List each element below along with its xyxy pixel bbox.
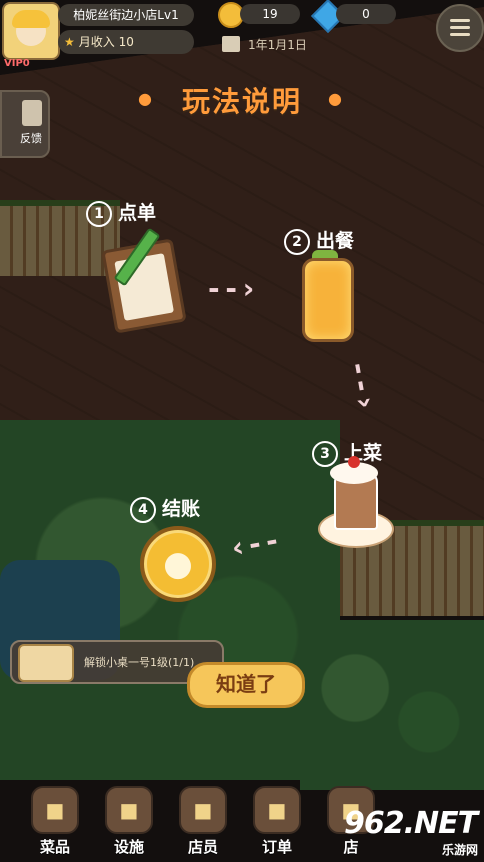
tab-dishes[interactable]: ■ 菜品 bbox=[20, 780, 90, 862]
menu-button[interactable] bbox=[436, 4, 484, 52]
step-number: 3 bbox=[312, 440, 338, 467]
lock-icon: ■ bbox=[253, 786, 301, 834]
paw-icon: ● bbox=[163, 544, 193, 584]
step-number: 1 bbox=[86, 200, 112, 227]
step-label: 点单 bbox=[118, 202, 157, 224]
dialog-title: 玩法说明 bbox=[181, 85, 302, 118]
calendar-icon bbox=[222, 36, 240, 52]
watermark-sub: 乐游网 bbox=[441, 843, 478, 857]
pay-coin-icon: ● bbox=[140, 526, 216, 602]
step-number: 4 bbox=[130, 496, 156, 523]
scroll-icon bbox=[18, 644, 74, 682]
watermark: 962.NET 乐游网 bbox=[344, 806, 484, 862]
avatar-hair bbox=[12, 10, 50, 28]
star-icon: ★ bbox=[64, 35, 75, 49]
step-label: 出餐 bbox=[316, 230, 355, 252]
step-label: 结账 bbox=[162, 498, 201, 520]
tab-label: 菜品 bbox=[39, 838, 70, 856]
feedback-label: 反馈 bbox=[20, 132, 42, 145]
lock-icon: ■ bbox=[105, 786, 153, 834]
gem-count: 0 bbox=[336, 4, 396, 24]
paw-icon: ● bbox=[328, 89, 342, 108]
ok-button[interactable]: 知道了 bbox=[187, 662, 305, 708]
lock-icon: ■ bbox=[31, 786, 79, 834]
step-1: 1 点单 bbox=[86, 198, 156, 227]
cherry-icon bbox=[348, 456, 360, 468]
drink-dispenser-icon bbox=[302, 258, 354, 342]
tab-facilities[interactable]: ■ 设施 bbox=[94, 780, 164, 862]
watermark-main: 962.NET bbox=[344, 806, 478, 841]
tab-label: 店员 bbox=[187, 838, 218, 856]
date-label: 1年1月1日 bbox=[248, 38, 307, 52]
income-bar: ★ 月收入 10 bbox=[58, 30, 194, 54]
tab-orders[interactable]: ■ 订单 bbox=[242, 780, 312, 862]
step-number: 2 bbox=[284, 228, 310, 255]
menu-icon-line bbox=[450, 19, 470, 22]
lock-icon: ■ bbox=[179, 786, 227, 834]
arrow-right-icon: - - › bbox=[208, 272, 254, 305]
tab-label: 设施 bbox=[113, 838, 144, 856]
menu-icon-line bbox=[450, 33, 470, 36]
tab-label: 订单 bbox=[261, 838, 292, 856]
coin-count: 19 bbox=[240, 4, 300, 24]
vip-badge: VIP0 bbox=[4, 58, 30, 69]
avatar[interactable] bbox=[2, 2, 60, 60]
dim-overlay bbox=[0, 0, 484, 862]
tab-staff[interactable]: ■ 店员 bbox=[168, 780, 238, 862]
step-4: 4 结账 bbox=[130, 494, 200, 523]
shop-name: 柏妮丝街边小店Lv1 bbox=[58, 4, 194, 26]
income-label: 月收入 10 bbox=[78, 35, 134, 49]
menu-icon-line bbox=[450, 26, 470, 29]
